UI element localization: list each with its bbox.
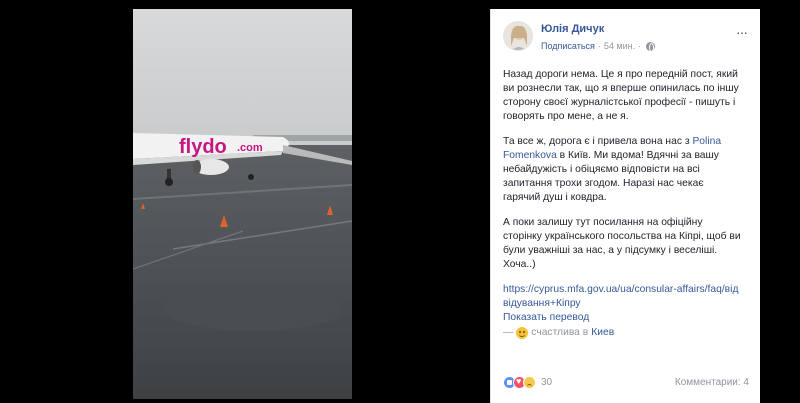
more-options-icon[interactable]: ··· — [736, 24, 748, 40]
post-text: Назад дороги нема. Це я про передній пос… — [503, 68, 743, 340]
avatar[interactable] — [503, 21, 533, 51]
paragraph-2: Та все ж, дорога є і привела вона нас з … — [503, 136, 722, 203]
author-name[interactable]: Юлія Дичук — [541, 23, 604, 35]
reactions-count: 30 — [541, 377, 553, 388]
paragraph-1: Назад дороги нема. Це я про передній пос… — [503, 69, 739, 122]
translate-link[interactable]: Показать перевод — [503, 311, 743, 325]
embassy-url-link[interactable]: https://cyprus.mfa.gov.ua/ua/consular-af… — [503, 283, 743, 311]
airport-apron-image: flydo .com — [133, 9, 352, 399]
comments-count-link[interactable]: Комментарии: 4 — [675, 377, 749, 388]
feeling-dash: — — [503, 327, 514, 338]
svg-text:.com: .com — [237, 142, 263, 154]
post-photo[interactable]: flydo .com — [133, 9, 352, 399]
feeling-line: — счастлива в Киев — [503, 326, 743, 340]
reactions-summary[interactable]: 30 — [503, 376, 552, 389]
feeling-text: счастлива в — [531, 327, 589, 338]
post-sidebar: Юлія Дичук Подписаться · 54 мин. · ··· Н… — [490, 9, 760, 403]
post-meta: Подписаться · 54 мин. · — [541, 41, 656, 52]
follow-link[interactable]: Подписаться — [541, 41, 595, 51]
post-footer: 30 Комментарии: 4 — [503, 376, 749, 392]
airline-logo: flydo — [179, 136, 227, 158]
photo-viewer: flydo .com Юлія Дичук Подписаться · 54 м… — [0, 0, 800, 403]
location-link[interactable]: Киев — [591, 326, 614, 340]
meta-separator: · — [597, 41, 601, 51]
sad-reaction-icon — [523, 376, 536, 389]
post-header: Юлія Дичук Подписаться · 54 мин. · ··· — [491, 9, 761, 57]
happy-emoji-icon — [516, 327, 529, 339]
post-time[interactable]: 54 мин. — [604, 41, 635, 51]
meta-separator-2: · — [638, 41, 642, 51]
globe-icon — [646, 41, 656, 52]
paragraph-3: А поки залишу тут посилання на офіційну … — [503, 217, 741, 270]
